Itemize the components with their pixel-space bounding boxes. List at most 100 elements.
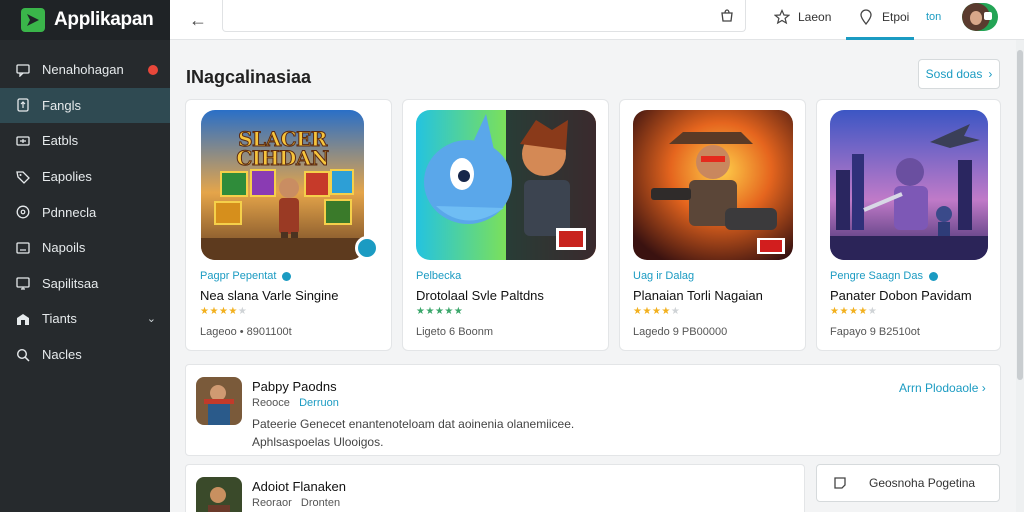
sidebar-item-2[interactable]: Eatbls — [0, 123, 170, 159]
app-card[interactable]: Uag ir Dalag Planaian Torli Nagaian ★★★★… — [619, 99, 806, 351]
search-input[interactable] — [223, 0, 703, 30]
verified-badge-icon — [355, 236, 379, 260]
main-content: INagcalinasiaa Sosd doas › SLACER CIHDAN… — [170, 40, 1024, 512]
star-icon: ★ — [867, 306, 878, 317]
building-icon — [16, 312, 30, 326]
list-item[interactable]: Adoiot Flanaken Reoraor Dronten — [185, 464, 805, 512]
card-meta: Ligeto 6 Boonm — [416, 326, 494, 338]
sidebar-item-label: Sapilitsaa — [42, 275, 99, 291]
sidebar-item-3[interactable]: Eapolies — [0, 159, 170, 195]
bag-icon[interactable] — [719, 7, 735, 23]
sidebar-item-label: Tiants — [42, 311, 77, 327]
star-icon: ★ — [670, 306, 681, 317]
star-icon: ★ — [453, 306, 464, 317]
star-icon: ★ — [444, 306, 454, 317]
see-more-label: Sosd doas — [925, 67, 983, 81]
card-meta: Lageoo • 8901100t — [200, 326, 292, 338]
side-action-button[interactable]: Geosnoha Pogetina — [816, 464, 1000, 502]
app-card[interactable]: SLACER CIHDAN Pagpr Pepentat Nea slana V… — [185, 99, 392, 351]
list-item-link[interactable]: Arrn Plodoaole › — [899, 381, 986, 395]
sidebar-item-label: Nenahohagan — [42, 62, 124, 78]
topbar: ← Laeon Etpoi ton — [170, 0, 1024, 40]
app-card[interactable]: Pelbecka Drotolaal Svle Paltdns ★★★★★ Li… — [402, 99, 609, 351]
brand[interactable]: Applikapan — [0, 0, 170, 40]
sidebar-item-4[interactable]: Pdnnecla — [0, 194, 170, 230]
tag-icon — [16, 170, 30, 184]
sidebar-item-label: Nacles — [42, 347, 82, 363]
sidebar-item-label: Fangls — [42, 97, 82, 113]
chat-icon — [16, 63, 30, 77]
star-outline-icon — [774, 9, 790, 25]
grid-icon — [16, 134, 30, 148]
chevron-right-icon: › — [988, 67, 993, 81]
list-item[interactable]: Pabpy Paodns Reooce Derruon Pateerie Gen… — [185, 364, 1001, 456]
star-icon: ★ — [839, 306, 849, 317]
top-link-label: Laeon — [798, 10, 832, 24]
star-icon: ★ — [228, 306, 238, 317]
app-card[interactable]: Pengre Saagn Das Panater Dobon Pavidam ★… — [816, 99, 1001, 351]
gamepad-icon — [16, 98, 30, 113]
app-icon — [196, 477, 242, 512]
star-icon: ★ — [858, 306, 868, 317]
top-version[interactable]: ton — [926, 11, 941, 23]
chevron-right-icon: › — [981, 381, 986, 395]
top-link-favorites[interactable]: Laeon — [774, 9, 831, 25]
top-link-location[interactable]: Etpoi — [858, 9, 909, 25]
list-item-sub: Reoraor Dronten — [252, 497, 341, 509]
card-category: Pelbecka — [416, 270, 462, 282]
sidebar-item-1[interactable]: Fangls — [0, 87, 170, 124]
scrollbar[interactable] — [1016, 40, 1024, 512]
app-artwork — [830, 110, 988, 260]
featured-cards: SLACER CIHDAN Pagpr Pepentat Nea slana V… — [185, 99, 1001, 351]
sidebar-item-8[interactable]: Nacles — [0, 337, 170, 373]
star-rating: ★★★★★ — [416, 306, 463, 317]
list-item-description: Pateerie Genecet enantenoteloam dat aoin… — [252, 417, 575, 449]
star-rating: ★★★★★ — [830, 306, 877, 317]
card-meta: Fapayo 9 B2510ot — [830, 326, 920, 338]
app-artwork — [633, 110, 793, 260]
star-icon: ★ — [651, 306, 662, 317]
scrollbar-thumb[interactable] — [1017, 50, 1023, 380]
star-icon: ★ — [237, 306, 248, 317]
sidebar-item-label: Pdnnecla — [42, 204, 97, 220]
note-icon — [834, 477, 846, 489]
star-rating: ★★★★★ — [200, 306, 247, 317]
list-item-sub: Reooce Derruon — [252, 397, 339, 409]
card-title: Drotolaal Svle Paltdns — [416, 288, 544, 303]
sidebar-item-0[interactable]: Nenahohagan — [0, 52, 170, 88]
see-more-button[interactable]: Sosd doas › — [918, 59, 1000, 89]
compass-icon — [16, 205, 30, 219]
sidebar-item-label: Eatbls — [42, 133, 79, 149]
notification-badge — [148, 64, 158, 75]
sidebar-item-6[interactable]: Sapilitsaa — [0, 266, 170, 302]
card-category: Pagpr Pepentat — [200, 270, 292, 282]
search-icon — [16, 348, 30, 362]
sidebar-item-label: Napoils — [42, 240, 86, 256]
star-icon: ★ — [661, 306, 671, 317]
star-icon: ★ — [425, 306, 435, 317]
app-logo-icon — [20, 7, 46, 33]
card-title: Planaian Torli Nagaian — [633, 288, 763, 303]
back-arrow-icon[interactable]: ← — [186, 8, 210, 32]
card-title: Panater Dobon Pavidam — [830, 288, 972, 303]
card-meta: Lagedo 9 PB00000 — [633, 326, 728, 338]
avatar[interactable] — [962, 3, 998, 31]
star-icon: ★ — [848, 306, 859, 317]
star-icon: ★ — [209, 306, 219, 317]
location-pin-icon — [860, 9, 872, 25]
info-icon — [282, 271, 292, 281]
chevron-down-icon[interactable]: ⌄ — [147, 312, 156, 325]
app-name: Applikapan — [54, 9, 154, 30]
search-box — [222, 0, 746, 32]
app-artwork — [416, 110, 596, 260]
card-category: Uag ir Dalag — [633, 270, 695, 282]
sidebar: Applikapan Nenahohagan Fangls Eatbls Eap… — [0, 0, 170, 512]
monitor-icon — [16, 276, 30, 290]
top-link-label: Etpoi — [882, 10, 910, 24]
star-icon: ★ — [642, 306, 652, 317]
sidebar-item-5[interactable]: Napoils — [0, 230, 170, 266]
app-icon — [196, 377, 242, 425]
star-icon: ★ — [434, 306, 445, 317]
side-action-label: Geosnoha Pogetina — [869, 476, 976, 490]
sidebar-item-7[interactable]: Tiants ⌄ — [0, 301, 170, 337]
